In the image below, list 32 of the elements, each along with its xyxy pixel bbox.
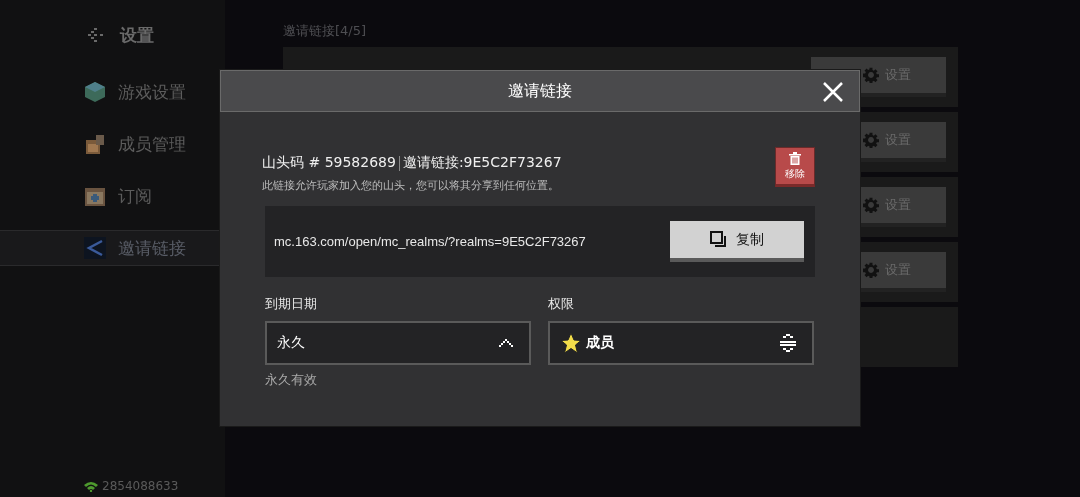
copy-button[interactable]: 复制 <box>670 221 804 262</box>
settings-icon <box>863 67 879 83</box>
expiry-hint: 永久有效 <box>265 371 318 389</box>
field-label: 权限 <box>548 295 575 313</box>
invite-code: 邀请链接:9E5C2F73267 <box>402 154 562 172</box>
player-id: 2854088633 <box>102 479 179 493</box>
sidebar-item[interactable]: 游戏设置 <box>0 74 225 110</box>
share-icon <box>84 237 106 259</box>
back-icon[interactable] <box>88 28 106 42</box>
settings-icon <box>863 132 879 148</box>
expiry-dropdown[interactable]: 永久 <box>265 321 531 365</box>
cube-icon <box>84 81 106 103</box>
field-label: 到期日期 <box>265 295 318 313</box>
sidebar-item[interactable]: 订阅 <box>0 178 225 214</box>
star-icon <box>560 332 582 354</box>
trash-icon <box>789 151 801 165</box>
calendar-icon <box>84 185 106 207</box>
copy-icon <box>710 230 728 249</box>
invite-list-heading: 邀请链接[4/5] <box>283 22 368 40</box>
dialog-title: 邀请链接 <box>508 80 572 102</box>
realm-code: 山头码 # 59582689 <box>262 154 396 172</box>
sidebar-item[interactable]: 成员管理 <box>0 126 225 162</box>
settings-title: 设置 <box>120 23 154 47</box>
remove-button[interactable]: 移除 <box>775 147 815 187</box>
description: 此链接允许玩家加入您的山头，您可以将其分享到任何位置。 <box>262 178 560 193</box>
caret-icon <box>499 339 513 347</box>
permission-dropdown[interactable]: 成员 <box>548 321 814 365</box>
settings-icon <box>863 197 879 213</box>
settings-icon <box>863 262 879 278</box>
sort-icon <box>780 334 796 352</box>
wifi-icon <box>84 480 98 492</box>
close-icon[interactable] <box>822 81 844 103</box>
